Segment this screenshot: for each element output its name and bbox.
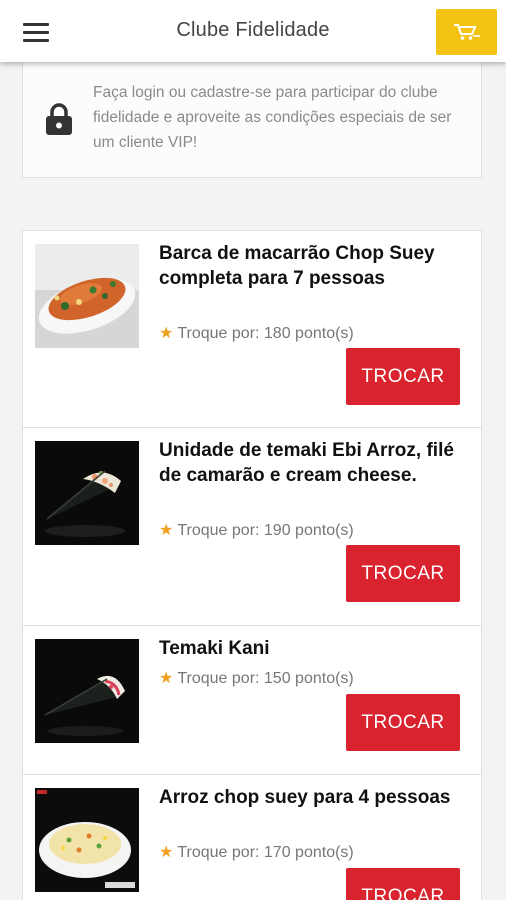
star-icon: ★ [159, 844, 174, 861]
product-points: ★ Troque por: 190 ponto(s) [159, 520, 354, 540]
star-icon: ★ [159, 522, 174, 539]
product-name: Unidade de temaki Ebi Arroz, filé de cam… [159, 440, 454, 486]
login-notice-card: Faça login ou cadastre-se para participa… [22, 62, 482, 178]
product-card: Barca de macarrão Chop Suey completa par… [22, 230, 482, 428]
login-notice-text: Faça login ou cadastre-se para participa… [93, 84, 452, 151]
shopping-cart-icon [454, 24, 480, 40]
top-app-bar: Clube Fidelidade [0, 0, 506, 62]
points-text: Troque por: 190 ponto(s) [177, 522, 354, 539]
product-name: Temaki Kani [159, 638, 270, 659]
points-text: Troque por: 150 ponto(s) [177, 670, 354, 687]
trocar-button[interactable]: TROCAR [346, 868, 460, 900]
product-card: Temaki Kani ★ Troque por: 150 ponto(s) TR… [22, 626, 482, 775]
trocar-button[interactable]: TROCAR [346, 545, 460, 602]
app-screen: Clube Fidelidade Faça login ou cadastre-… [0, 0, 506, 900]
product-name: Barca de macarrão Chop Suey completa par… [159, 243, 435, 289]
product-points: ★ Troque por: 180 ponto(s) [159, 323, 354, 343]
star-icon: ★ [159, 670, 174, 687]
product-points: ★ Troque por: 150 ponto(s) [159, 668, 354, 688]
product-image [35, 639, 139, 743]
product-points: ★ Troque por: 170 ponto(s) [159, 842, 354, 862]
lock-icon [46, 103, 72, 135]
points-text: Troque por: 180 ponto(s) [177, 325, 354, 342]
product-card: Arroz chop suey para 4 pessoas ★ Troque p… [22, 775, 482, 900]
product-image [35, 244, 139, 348]
trocar-button[interactable]: TROCAR [346, 348, 460, 405]
cart-button[interactable] [436, 9, 497, 55]
product-image [35, 788, 139, 892]
star-icon: ★ [159, 325, 174, 342]
product-image [35, 441, 139, 545]
trocar-button[interactable]: TROCAR [346, 694, 460, 751]
product-name: Arroz chop suey para 4 pessoas [159, 787, 451, 808]
page-title: Clube Fidelidade [176, 19, 330, 41]
points-text: Troque por: 170 ponto(s) [177, 844, 354, 861]
product-card: Unidade de temaki Ebi Arroz, filé de cam… [22, 428, 482, 626]
